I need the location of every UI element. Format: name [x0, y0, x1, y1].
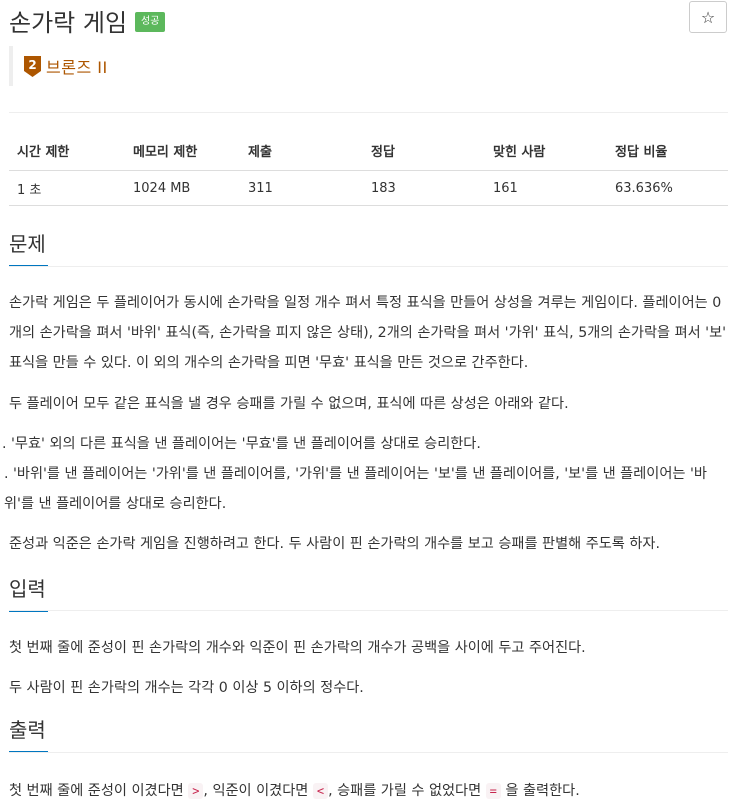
title-row: 손가락 게임 성공	[9, 0, 166, 40]
output-mark-equal: =	[485, 783, 501, 799]
description-paragraph-1: 손가락 게임은 두 플레이어가 동시에 손가락을 일정 개수 펴서 특정 표식을…	[9, 295, 727, 371]
header-accepted: 정답	[363, 130, 485, 171]
output-paragraph: 첫 번째 줄에 준성이 이겼다면 >, 익준이 이겼다면 <, 승패를 가릴 수…	[9, 776, 731, 806]
section-divider	[9, 610, 728, 611]
problem-page: { "problem": { "title": "손가락 게임", "statu…	[0, 0, 733, 806]
section-title-text: 입력	[9, 577, 46, 601]
section-divider	[9, 266, 728, 267]
cell-time-limit: 1 초	[9, 170, 125, 206]
rule-item-2: . '바위'를 낸 플레이어는 '가위'를 낸 플레이어를, '가위'를 낸 플…	[4, 466, 707, 512]
section-title-text: 출력	[9, 718, 46, 742]
table-row: 1 초 1024 MB 311 183 161 63.636%	[9, 170, 728, 206]
cell-memory-limit: 1024 MB	[125, 170, 240, 206]
tier-number: 2	[28, 58, 36, 72]
header-solved-users: 맞힌 사람	[485, 130, 607, 171]
section-title-text: 문제	[9, 232, 46, 256]
description-paragraph-2: 두 플레이어 모두 같은 표식을 낼 경우 승패를 가릴 수 없으며, 표식에 …	[9, 396, 569, 412]
problem-title: 손가락 게임	[9, 8, 128, 37]
output-mark-greater: >	[188, 783, 204, 799]
description-paragraph-3: 준성과 익준은 손가락 게임을 진행하려고 한다. 두 사람이 핀 손가락의 개…	[9, 536, 660, 552]
section-divider	[9, 752, 728, 753]
table-header-row: 시간 제한 메모리 제한 제출 정답 맞힌 사람 정답 비율	[9, 130, 728, 171]
tier-label[interactable]: 브론즈 II	[46, 54, 108, 78]
divider	[9, 112, 728, 113]
tier-block: 2 브론즈 II	[9, 46, 108, 86]
section-title-input: 입력	[9, 573, 48, 612]
status-badge: 성공	[135, 12, 166, 32]
rule-item-1-text: '무효' 외의 다른 표식을 낸 플레이어는 '무효'를 낸 플레이어를 상대로…	[11, 436, 481, 452]
section-title-output: 출력	[9, 714, 48, 753]
rule-item-1: . '무효' 외의 다른 표식을 낸 플레이어는 '무효'를 낸 플레이어를 상…	[2, 436, 481, 452]
bronze-tier-icon: 2	[24, 55, 41, 77]
header-time-limit: 시간 제한	[9, 130, 125, 171]
section-title-description: 문제	[9, 228, 48, 267]
header-accept-ratio: 정답 비율	[607, 130, 728, 171]
input-paragraph-2: 두 사람이 핀 손가락의 개수는 각각 0 이상 5 이하의 정수다.	[9, 680, 364, 696]
input-paragraph-1: 첫 번째 줄에 준성이 핀 손가락의 개수와 익준이 핀 손가락의 개수가 공백…	[9, 640, 586, 656]
star-icon[interactable]: ☆	[689, 1, 727, 33]
cell-accepted[interactable]: 183	[363, 170, 485, 206]
output-text-prefix: 첫 번째 줄에 준성이 이겼다면	[9, 783, 184, 799]
rule-item-2-text: '바위'를 낸 플레이어는 '가위'를 낸 플레이어를, '가위'를 낸 플레이…	[4, 466, 707, 512]
output-mark-less: <	[312, 783, 329, 799]
header-memory-limit: 메모리 제한	[125, 130, 240, 171]
output-text-suffix: 을 출력한다.	[505, 783, 580, 799]
problem-info-table: 시간 제한 메모리 제한 제출 정답 맞힌 사람 정답 비율 1 초 1024 …	[9, 130, 728, 206]
cell-solved-users[interactable]: 161	[485, 170, 607, 206]
cell-submissions[interactable]: 311	[240, 170, 363, 206]
cell-accept-ratio: 63.636%	[607, 170, 728, 206]
header-submissions: 제출	[240, 130, 363, 171]
output-text-mid-1: , 익준이 이겼다면	[203, 783, 309, 799]
output-text-mid-2: , 승패를 가릴 수 없었다면	[328, 783, 482, 799]
